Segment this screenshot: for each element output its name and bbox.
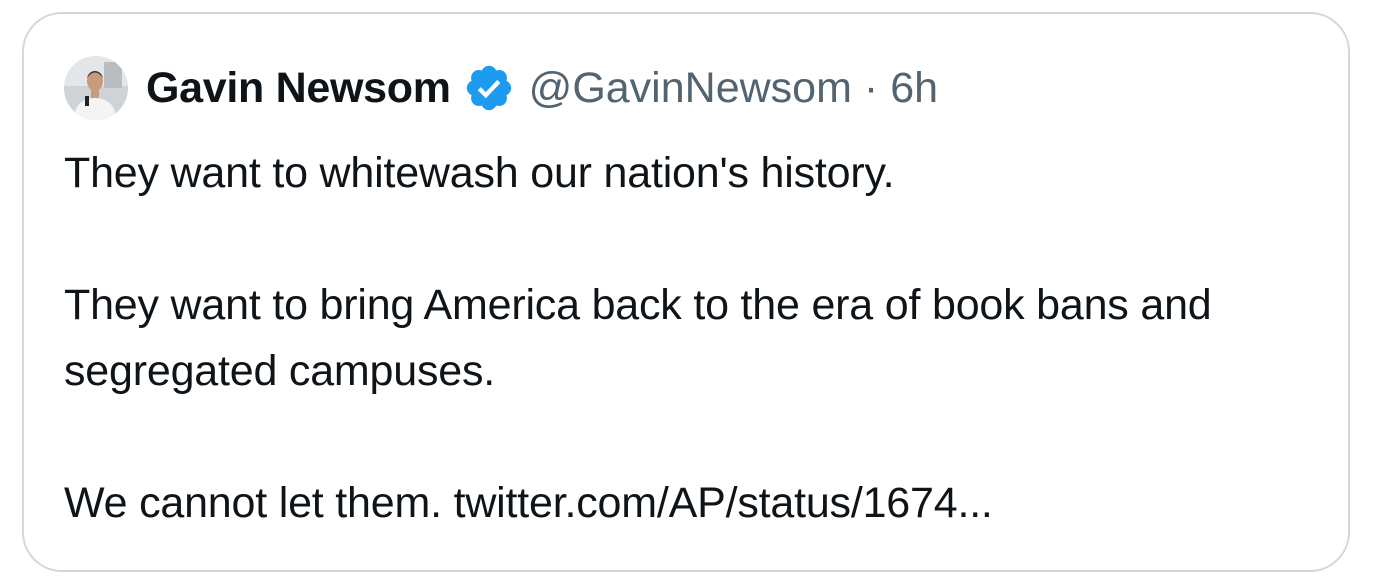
user-handle[interactable]: @GavinNewsom (529, 64, 852, 113)
separator-dot: · (863, 63, 879, 112)
tweet-text: They want to whitewash our nation's hist… (64, 140, 1304, 536)
tweet-card[interactable]: Gavin Newsom @GavinNewsom · 6h They want… (22, 12, 1350, 572)
tweet-paragraph: We cannot let them. twitter.com/AP/statu… (64, 479, 993, 527)
display-name[interactable]: Gavin Newsom (146, 64, 451, 113)
timestamp[interactable]: 6h (890, 64, 938, 113)
verified-badge-icon (463, 62, 515, 114)
tweet-header: Gavin Newsom @GavinNewsom · 6h (64, 56, 938, 120)
avatar[interactable] (64, 56, 128, 120)
tweet-paragraph: They want to whitewash our nation's hist… (64, 149, 895, 197)
tweet-paragraph: They want to bring America back to the e… (64, 281, 1212, 395)
